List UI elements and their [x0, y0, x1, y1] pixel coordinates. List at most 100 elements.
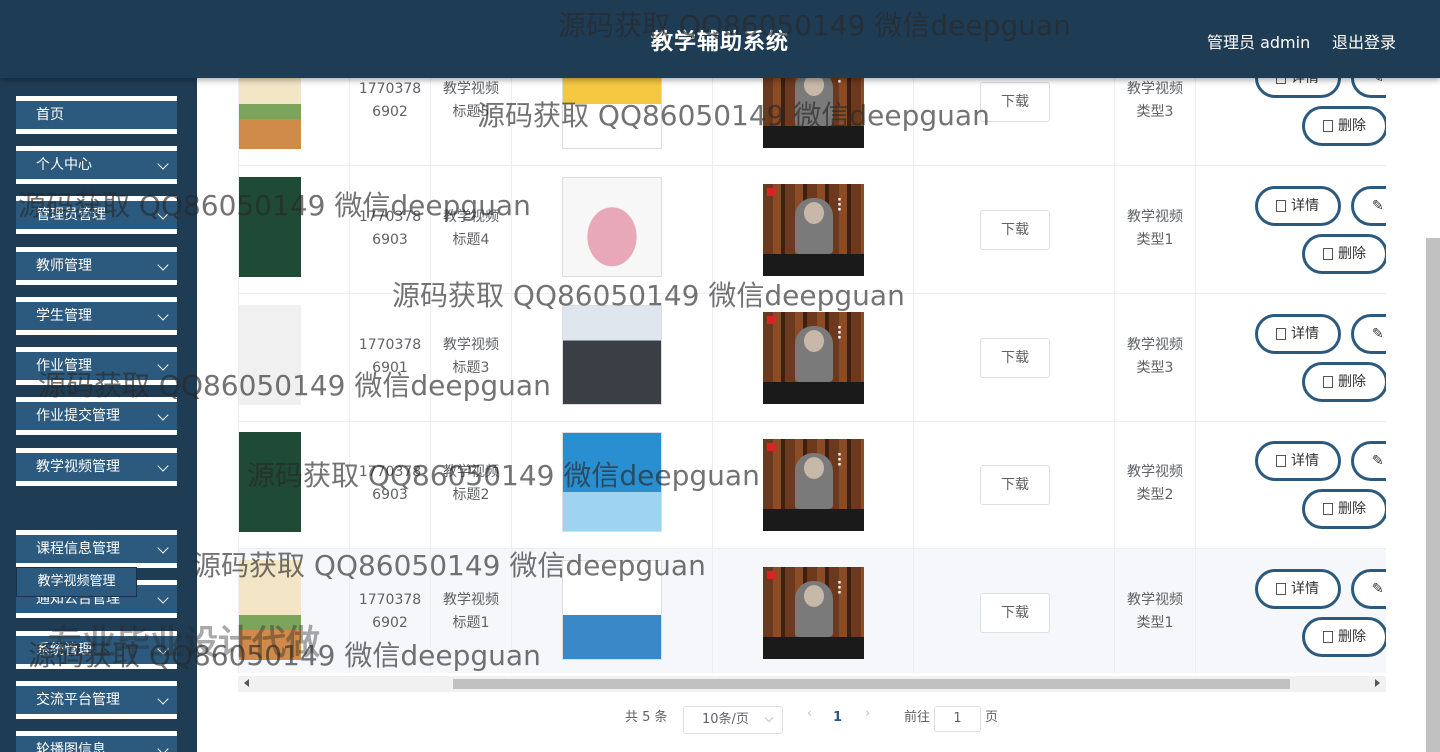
submenu-item-video-management[interactable]: 教学视频管理: [16, 567, 137, 597]
edit-button[interactable]: ✎: [1351, 441, 1386, 481]
file-cell: 下载: [914, 78, 1115, 165]
record-icon: [767, 443, 775, 451]
edit-icon: ✎: [1372, 198, 1384, 214]
more-vertical-icon[interactable]: ···: [837, 78, 842, 89]
scroll-left-arrow-icon[interactable]: [244, 679, 249, 687]
title-cell: 教学视频 标题4: [431, 166, 512, 293]
type-cell: 教学视频 类型1: [1115, 549, 1196, 673]
document-icon: [1276, 583, 1286, 595]
delete-button[interactable]: 删除: [1302, 489, 1386, 529]
edit-icon: ✎: [1372, 326, 1384, 342]
sidebar-item-label: 交流平台管理: [36, 692, 120, 708]
sidebar-item-label: 教师管理: [36, 258, 92, 274]
sidebar-item[interactable]: 首页: [16, 96, 177, 134]
download-button[interactable]: 下载: [980, 338, 1050, 378]
horizontal-scrollbar[interactable]: [238, 676, 1386, 692]
edit-icon: ✎: [1372, 78, 1384, 86]
video-player[interactable]: ···: [763, 78, 864, 148]
delete-button[interactable]: 删除: [1302, 362, 1386, 402]
image-cell: [239, 78, 350, 165]
cover-cell: [512, 166, 713, 293]
account-cell: 1770378 6901: [350, 294, 431, 421]
delete-label: 删除: [1338, 246, 1366, 262]
account-cell: 1770378 6903: [350, 421, 431, 548]
video-cell: ···: [713, 78, 914, 165]
chevron-down-icon: [764, 713, 774, 723]
scroll-right-arrow-icon[interactable]: [1375, 679, 1380, 687]
chevron-down-icon: [157, 158, 169, 170]
video-player[interactable]: ···: [763, 567, 864, 659]
download-button[interactable]: 下载: [980, 465, 1050, 505]
thumbnail-image: [239, 432, 301, 532]
next-page-icon[interactable]: ›: [865, 706, 870, 721]
sidebar-item[interactable]: 系统管理: [16, 631, 177, 669]
sidebar-item[interactable]: 作业提交管理: [16, 397, 177, 435]
download-button[interactable]: 下载: [980, 593, 1050, 633]
more-vertical-icon[interactable]: ···: [837, 194, 842, 217]
video-player[interactable]: ···: [763, 312, 864, 404]
action-cell: 详情 ✎ 删除: [1196, 78, 1386, 165]
file-cell: 下载: [914, 549, 1115, 673]
sidebar-item[interactable]: 交流平台管理: [16, 681, 177, 719]
sidebar-item-label: 管理员管理: [36, 207, 106, 223]
download-button[interactable]: 下载: [980, 210, 1050, 250]
chevron-down-icon: [157, 359, 169, 371]
action-cell: 详情 ✎ 删除: [1196, 294, 1386, 421]
edit-button[interactable]: ✎: [1351, 78, 1386, 98]
table-row: 1770378 6903 教学视频 标题4 · · · 下载 教学视频 类型1 详情 ✎ 删除: [239, 166, 1386, 294]
more-vertical-icon[interactable]: ···: [837, 449, 842, 472]
more-vertical-icon[interactable]: ···: [837, 577, 842, 600]
detail-button[interactable]: 详情: [1255, 441, 1341, 481]
detail-button[interactable]: 详情: [1255, 569, 1341, 609]
prev-page-icon[interactable]: ‹: [807, 706, 812, 721]
cover-image: [562, 305, 662, 405]
trash-icon: [1323, 376, 1333, 388]
account-text: 1770378 6902: [358, 81, 422, 120]
video-cell: ···: [713, 549, 914, 673]
sidebar-item-label: 课程信息管理: [36, 541, 120, 557]
sidebar: 首页 个人中心 管理员管理 教师管理 学生管理 作业管理 作业提交管理 教学视频管理 课程信息管…: [0, 78, 197, 752]
download-button[interactable]: 下载: [980, 82, 1050, 122]
edit-button[interactable]: ✎: [1351, 314, 1386, 354]
video-type: 教学视频 类型3: [1127, 337, 1183, 376]
vertical-scrollbar[interactable]: [1426, 238, 1440, 752]
delete-button[interactable]: 删除: [1302, 106, 1386, 146]
cover-image: [562, 432, 662, 532]
sidebar-item[interactable]: 管理员管理: [16, 196, 177, 234]
chevron-down-icon: [157, 409, 169, 421]
sidebar-item[interactable]: 轮播图信息: [16, 731, 177, 752]
current-page-number[interactable]: 1: [833, 710, 842, 725]
video-cell: ···: [713, 294, 914, 421]
cover-image: [562, 560, 662, 660]
sidebar-item[interactable]: 作业管理: [16, 347, 177, 385]
video-title: 教学视频 标题3: [443, 337, 499, 376]
action-cell: 详情 ✎ 删除: [1196, 421, 1386, 548]
sidebar-item-label: 教学视频管理: [36, 459, 120, 475]
video-type: 教学视频 类型2: [1127, 464, 1183, 503]
sidebar-item[interactable]: 课程信息管理: [16, 530, 177, 568]
detail-button[interactable]: 详情: [1255, 78, 1341, 98]
goto-page-input[interactable]: 1: [934, 706, 981, 732]
delete-button[interactable]: 删除: [1302, 617, 1386, 657]
edit-icon: ✎: [1372, 453, 1384, 469]
delete-button[interactable]: 删除: [1302, 234, 1386, 274]
goto-label: 前往: [904, 710, 931, 725]
logout-button[interactable]: 退出登录: [1332, 29, 1396, 53]
video-player[interactable]: ···: [763, 439, 864, 531]
table-row: 1770378 6902 教学视频 标题1 · · · 下载 教学视频 类型1 详情 ✎ 删除: [239, 549, 1386, 673]
scrollbar-thumb[interactable]: [453, 679, 1290, 689]
edit-button[interactable]: ✎: [1351, 569, 1386, 609]
edit-button[interactable]: ✎: [1351, 186, 1386, 226]
more-vertical-icon[interactable]: ···: [837, 322, 842, 345]
video-player[interactable]: ···: [763, 184, 864, 276]
sidebar-item[interactable]: 教师管理: [16, 247, 177, 285]
detail-button[interactable]: 详情: [1255, 186, 1341, 226]
image-cell: [239, 549, 350, 673]
sidebar-item[interactable]: 教学视频管理: [16, 448, 177, 486]
page-size-select[interactable]: 10条/页: [683, 706, 783, 734]
sidebar-item[interactable]: 学生管理: [16, 297, 177, 335]
sidebar-item[interactable]: 个人中心: [16, 146, 177, 184]
chevron-down-icon: [157, 693, 169, 705]
account-text: 1770378 6903: [358, 209, 422, 248]
detail-button[interactable]: 详情: [1255, 314, 1341, 354]
